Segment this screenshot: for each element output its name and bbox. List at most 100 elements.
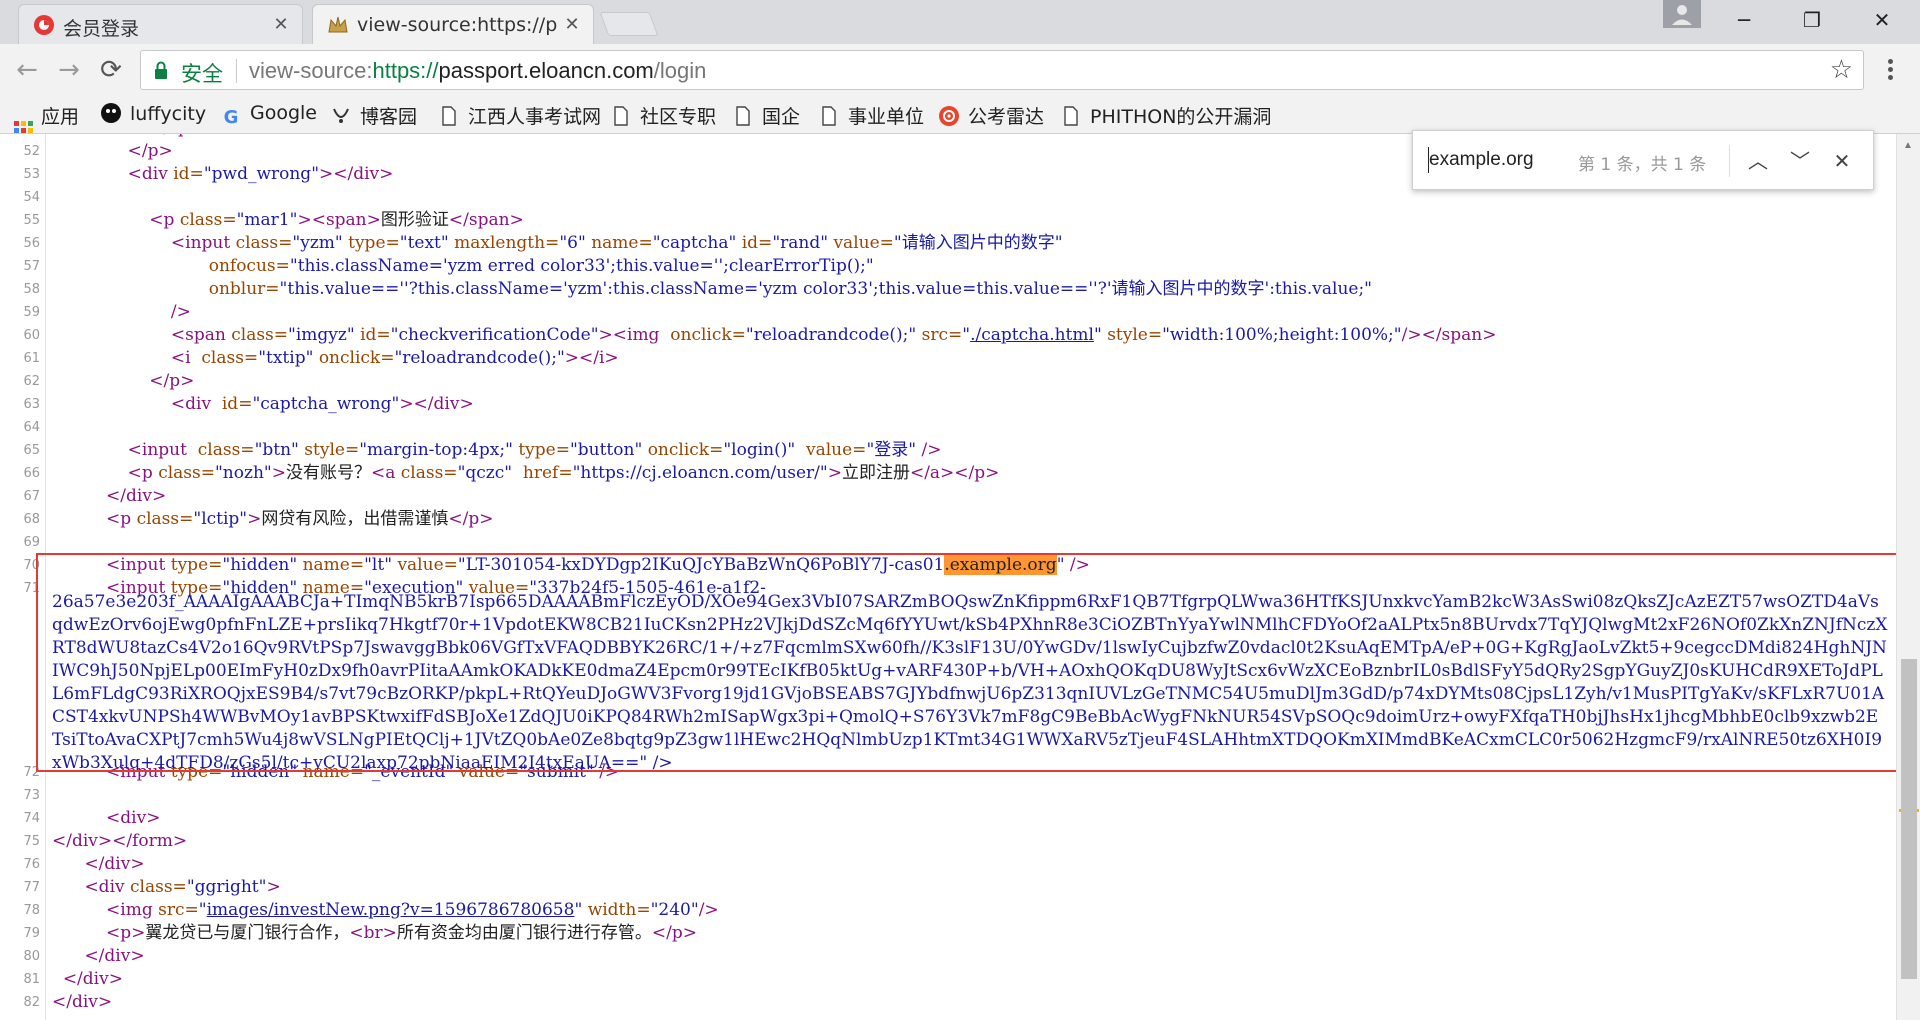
scroll-up-icon[interactable]: ▲ — [1903, 140, 1913, 151]
code-text: </div> — [84, 946, 145, 966]
line-number: 54 — [23, 190, 40, 205]
page-icon — [732, 105, 754, 127]
bookmark-luffycity[interactable]: luffycity — [100, 102, 206, 128]
line-number: 66 — [23, 466, 40, 481]
bookmark-label: 公考雷达 — [968, 106, 1045, 128]
code-text: </p> — [149, 371, 195, 391]
tab-title: view-source:https://pas — [357, 14, 557, 36]
line-number: 68 — [23, 512, 40, 527]
line-number: 80 — [23, 949, 40, 964]
find-divider — [1729, 145, 1730, 177]
line-number: 53 — [23, 167, 40, 182]
tab-member-login[interactable]: 会员登录 ✕ — [18, 4, 303, 44]
find-result-count: 第 1 条，共 1 条 — [1578, 155, 1707, 175]
bookmark-label: 社区专职 — [640, 106, 717, 128]
tab-title: 会员登录 — [63, 18, 140, 40]
reload-button[interactable]: ⟳ — [94, 54, 128, 88]
line-number: 73 — [23, 788, 40, 803]
bookmark-guoqi[interactable]: 国企 — [732, 102, 800, 128]
omnibox-divider — [236, 59, 237, 83]
url-scheme: https:// — [372, 58, 439, 83]
back-button[interactable]: ← — [10, 54, 44, 88]
tab-close-icon[interactable]: ✕ — [561, 13, 583, 35]
page-icon — [610, 105, 632, 127]
secure-label: 安全 — [181, 62, 223, 86]
line-number: 78 — [23, 903, 40, 918]
code-text: <div id="pwd_wrong"></div> — [127, 164, 394, 184]
new-tab-button[interactable] — [599, 12, 659, 36]
minimize-button[interactable]: ─ — [1714, 4, 1774, 36]
line-number: 69 — [23, 535, 40, 550]
line-number: 77 — [23, 880, 40, 895]
tab-strip: 会员登录 ✕ view-source:https://pas ✕ ─ ❐ ✕ — [0, 0, 1920, 44]
line-number: 52 — [23, 144, 40, 159]
bookmark-star-icon[interactable]: ☆ — [1830, 55, 1853, 85]
page-icon — [1060, 105, 1082, 127]
bookmark-label: 事业单位 — [848, 106, 925, 128]
page-icon — [818, 105, 840, 127]
vertical-scrollbar[interactable]: ▲ — [1896, 134, 1920, 1020]
address-bar[interactable]: 安全 view-source:https://passport.eloancn.… — [140, 50, 1864, 90]
url-text[interactable]: view-source:https://passport.eloancn.com… — [249, 58, 706, 84]
url-prefix: view-source: — [249, 58, 373, 83]
crown-favicon-icon — [328, 16, 348, 33]
line-number: 61 — [23, 351, 40, 366]
forward-button[interactable]: → — [52, 54, 86, 88]
code-text: <p class="nozh">没有账号？<a class="qczc" hre… — [127, 463, 1000, 483]
google-icon: G — [223, 107, 239, 128]
bookmark-cnblogs[interactable]: 博客园 — [330, 102, 417, 128]
restore-button[interactable]: ❐ — [1782, 4, 1842, 36]
line-number: 60 — [23, 328, 40, 343]
line-number: 59 — [23, 305, 40, 320]
line-number: 71 — [23, 581, 40, 596]
profile-avatar-icon[interactable] — [1663, 0, 1701, 28]
line-number: 55 — [23, 213, 40, 228]
line-number: 67 — [23, 489, 40, 504]
code-text: <img src="images/investNew.png?v=1596786… — [106, 900, 719, 920]
bookmark-shiye[interactable]: 事业单位 — [818, 102, 924, 128]
code-text: </div></form> — [52, 831, 188, 851]
find-input[interactable]: example.org — [1429, 149, 1534, 171]
code-text: <p class="mar1"><span>图形验证</span> — [149, 210, 524, 230]
bookmark-phithon[interactable]: PHITHON的公开漏洞 — [1060, 102, 1271, 128]
bookmark-label: luffycity — [130, 103, 207, 125]
bookmark-label: 博客园 — [360, 106, 418, 128]
find-next-button[interactable]: ﹀ — [1785, 146, 1815, 176]
code-text: <div> — [106, 808, 161, 828]
bookmark-shequ[interactable]: 社区专职 — [610, 102, 716, 128]
cnblogs-icon — [330, 105, 352, 127]
find-prev-button[interactable]: ︿ — [1743, 146, 1773, 176]
bookmark-jiangxi[interactable]: 江西人事考试网 — [438, 102, 601, 128]
chrome-menu-icon[interactable] — [1880, 56, 1900, 86]
line-number: 63 — [23, 397, 40, 412]
line-number: 76 — [23, 857, 40, 872]
page-icon — [438, 105, 460, 127]
code-text: </div> — [84, 854, 145, 874]
window-close-button[interactable]: ✕ — [1852, 4, 1912, 36]
code-text: </div> — [52, 992, 113, 1012]
url-host: passport.eloancn.com — [438, 58, 654, 83]
find-bar: example.org 第 1 条，共 1 条 ︿ ﹀ ✕ — [1412, 130, 1874, 190]
code-text: <input class="btn" style="margin-top:4px… — [127, 440, 942, 460]
code-text: onblur="this.value==''?this.className='y… — [208, 279, 1372, 299]
tab-view-source[interactable]: view-source:https://pas ✕ — [312, 4, 594, 44]
bookmark-apps[interactable]: 应用 — [14, 102, 79, 140]
line-number: 74 — [23, 811, 40, 826]
tab-close-icon[interactable]: ✕ — [270, 13, 292, 35]
code-text: /> — [170, 302, 191, 322]
code-text: <div class="ggright"> — [84, 877, 281, 897]
bookmark-label: Google — [250, 102, 318, 124]
bookmarks-bar: 应用 luffycity G Google 博客园 江西人事考试网 社区专职 国企… — [0, 96, 1920, 140]
scrollbar-thumb[interactable] — [1901, 659, 1917, 979]
code-text: <p class="lctip">网贷有风险，出借需谨慎</p> — [106, 509, 494, 529]
line-number: 72 — [23, 765, 40, 780]
find-close-button[interactable]: ✕ — [1827, 146, 1857, 176]
bookmark-gongkao[interactable]: 公考雷达 — [938, 102, 1044, 128]
line-number: 57 — [23, 259, 40, 274]
bookmark-google[interactable]: G Google — [220, 102, 317, 128]
line-number: 58 — [23, 282, 40, 297]
line-number: 70 — [23, 558, 40, 573]
code-text: <p>翼龙贷已与厦门银行合作，<br>所有资金均由厦门银行进行存管。</p> — [106, 923, 698, 943]
source-view[interactable]: 51 </span>52 </p>53 <div id="pwd_wrong">… — [0, 134, 1896, 1020]
line-number: 79 — [23, 926, 40, 941]
